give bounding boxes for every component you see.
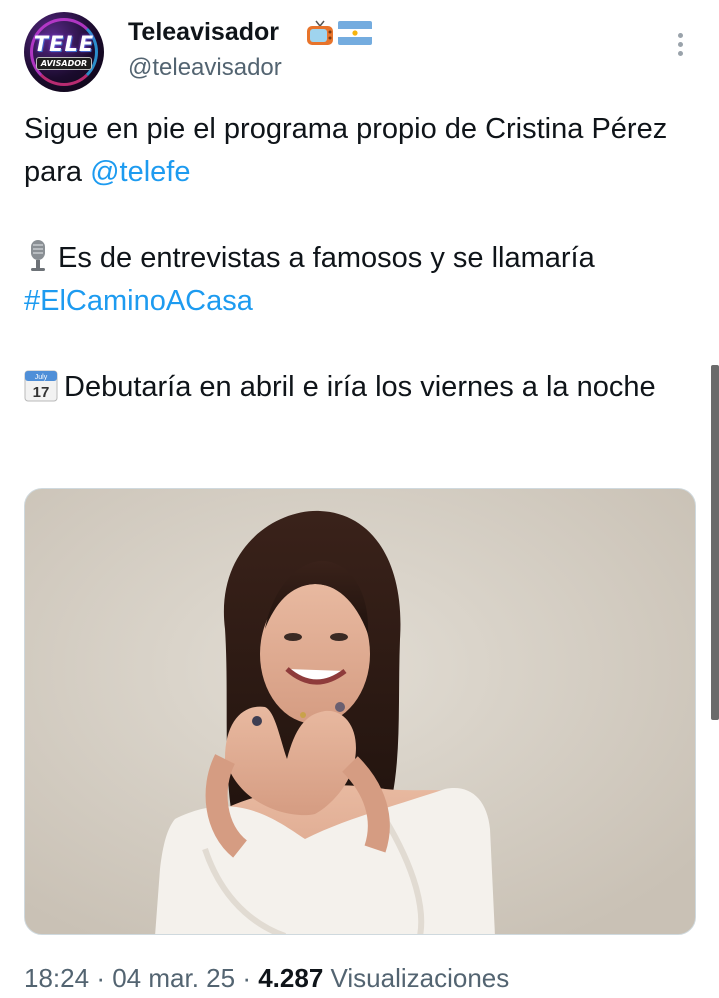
more-options-button[interactable] xyxy=(664,28,696,60)
avatar-logo-subtext: AVISADOR xyxy=(36,57,92,70)
microphone-icon xyxy=(31,240,45,271)
tv-icon xyxy=(307,20,333,45)
more-dot-icon xyxy=(677,41,683,47)
argentina-flag-icon xyxy=(338,21,372,45)
meta-separator: · xyxy=(96,963,105,993)
calendar-icon: July 17 xyxy=(24,370,58,402)
more-dot-icon xyxy=(677,32,683,38)
tweet-time[interactable]: 18:24 xyxy=(24,963,89,993)
calendar-day-label: 17 xyxy=(33,384,50,401)
photo-woman-white-blouse xyxy=(25,489,695,934)
mention-link[interactable]: @telefe xyxy=(90,156,190,188)
display-name[interactable]: Teleavisador xyxy=(128,18,279,47)
tweet-text-line3: Debutaría en abril e iría los viernes a … xyxy=(64,371,656,403)
avatar[interactable]: TELE AVISADOR xyxy=(24,12,104,92)
tweet-text-line2: Es de entrevistas a famosos y se llamarí… xyxy=(58,242,595,274)
meta-separator: · xyxy=(242,963,251,993)
views-count: 4.287 xyxy=(258,963,324,993)
calendar-month-label: July xyxy=(35,374,48,381)
avatar-logo-text: TELE xyxy=(33,32,95,56)
hashtag-link[interactable]: #ElCaminoACasa xyxy=(24,285,253,317)
tweet-media-image[interactable] xyxy=(24,488,696,935)
tweet-date[interactable]: 04 mar. 25 xyxy=(112,963,235,993)
tweet-paragraph-2: Es de entrevistas a famosos y se llamarí… xyxy=(24,237,694,323)
name-badges xyxy=(305,17,372,47)
views-label[interactable]: Visualizaciones xyxy=(331,963,510,993)
handle[interactable]: @teleavisador xyxy=(128,54,282,82)
scrollbar-thumb[interactable] xyxy=(711,365,719,720)
tweet-text: Sigue en pie el programa propio de Crist… xyxy=(24,108,694,409)
tweet-paragraph-3: July 17 Debutaría en abril e iría los vi… xyxy=(24,366,694,409)
tweet-meta: 18:24 · 04 mar. 25 · 4.287 Visualizacion… xyxy=(24,963,509,994)
tweet-paragraph-1: Sigue en pie el programa propio de Crist… xyxy=(24,108,694,194)
more-dot-icon xyxy=(677,50,683,56)
